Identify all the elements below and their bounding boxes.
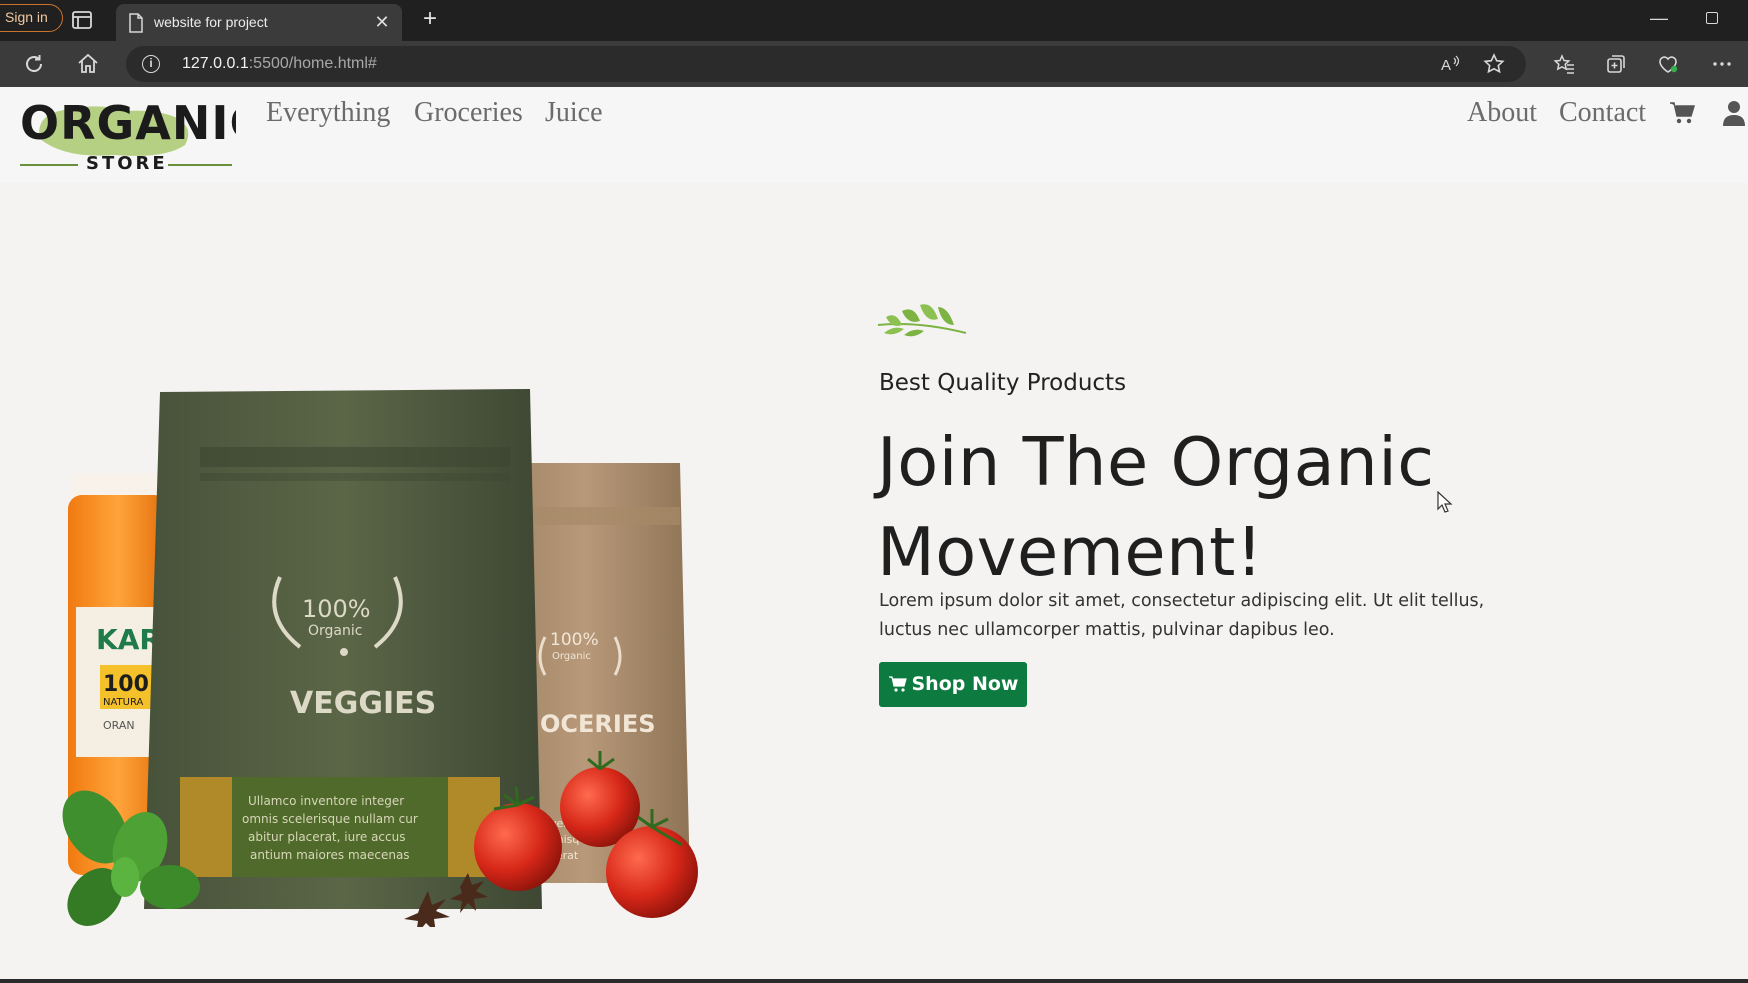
- home-icon[interactable]: [76, 52, 100, 76]
- browser-essentials-icon[interactable]: [1656, 52, 1680, 76]
- url-path: :5500/home.html#: [248, 55, 377, 72]
- bag1-label: VEGGIES: [290, 686, 436, 721]
- bag2-badge-word: Organic: [552, 651, 591, 662]
- hero-headline: Join The Organic Movement!: [877, 417, 1597, 597]
- bag1-text-4: antium maiores maecenas: [250, 848, 410, 862]
- logo-sub-text: STORE: [86, 153, 168, 173]
- cart-icon: [888, 676, 907, 692]
- bag2-badge-pct: 100%: [550, 630, 599, 650]
- nav-link-groceries[interactable]: Groceries: [414, 97, 523, 129]
- user-account-icon[interactable]: [1722, 99, 1746, 127]
- bag1-text-3: abitur placerat, iure accus: [248, 830, 405, 844]
- jar-word: NATURA: [103, 697, 144, 708]
- bag1-text-2: omnis scelerisque nullam cur: [242, 812, 418, 826]
- svg-text:A: A: [1441, 57, 1451, 74]
- hero-description: Lorem ipsum dolor sit amet, consectetur …: [879, 591, 1485, 640]
- logo-main-text: ORGANIC: [20, 96, 236, 150]
- hero-product-image: KAR 100 NATURA ORAN 100% Organic OCERIES…: [62, 389, 698, 927]
- close-tab-icon[interactable]: ✕: [372, 12, 392, 32]
- url-host: 127.0.0.1: [182, 55, 249, 72]
- bag2-label: OCERIES: [540, 710, 656, 738]
- site-navbar: ORGANIC STORE Everything Groceries Juice…: [0, 87, 1748, 183]
- more-options-icon[interactable]: [1710, 52, 1734, 76]
- window-bottom-edge: [0, 979, 1748, 983]
- mouse-cursor-icon: [1437, 491, 1453, 513]
- hero-headline-line2: Movement!: [877, 513, 1264, 591]
- sign-in-button[interactable]: Sign in: [0, 4, 63, 32]
- bag1-text-1: Ullamco inventore integer: [248, 794, 404, 808]
- collections-icon[interactable]: [1604, 52, 1628, 76]
- bag1-badge-pct: 100%: [302, 595, 371, 623]
- address-bar[interactable]: i 127.0.0.1:5500/home.html# A: [126, 46, 1526, 82]
- restore-icon[interactable]: [1706, 12, 1718, 24]
- leaf-sprig-icon: [877, 304, 967, 337]
- shop-now-button[interactable]: Shop Now: [879, 662, 1027, 707]
- hero-headline-line1: Join The Organic: [877, 423, 1435, 501]
- new-tab-button[interactable]: +: [418, 7, 442, 31]
- browser-toolbar: i 127.0.0.1:5500/home.html# A: [0, 41, 1748, 87]
- read-aloud-icon[interactable]: A: [1438, 52, 1462, 76]
- page-icon: [129, 13, 143, 33]
- nav-link-everything[interactable]: Everything: [266, 97, 390, 129]
- jar-flavor: ORAN: [103, 719, 135, 732]
- hero-eyebrow: Best Quality Products: [879, 370, 1127, 396]
- bag1-badge-word: Organic: [308, 623, 362, 639]
- tab-actions-icon[interactable]: [70, 10, 94, 30]
- nav-link-contact[interactable]: Contact: [1559, 97, 1646, 129]
- tab-title: website for project: [154, 14, 268, 30]
- refresh-icon[interactable]: [22, 52, 46, 76]
- browser-tab-bar: Sign in website for project ✕ + —: [0, 0, 1748, 41]
- jar-percent: 100: [103, 672, 149, 697]
- jar-brand: KAR: [96, 623, 161, 656]
- cart-icon[interactable]: [1668, 99, 1696, 127]
- site-info-icon[interactable]: i: [142, 55, 160, 73]
- favorite-star-icon[interactable]: [1482, 52, 1506, 76]
- nav-link-about[interactable]: About: [1467, 97, 1537, 129]
- favorites-icon[interactable]: [1552, 52, 1576, 76]
- minimize-icon[interactable]: —: [1650, 8, 1668, 29]
- shop-now-label: Shop Now: [911, 673, 1019, 695]
- url-text: 127.0.0.1:5500/home.html#: [182, 55, 377, 73]
- nav-link-juice[interactable]: Juice: [545, 97, 603, 129]
- tab-active[interactable]: website for project ✕: [116, 4, 402, 41]
- organic-store-logo[interactable]: ORGANIC STORE: [10, 89, 236, 173]
- web-page: ORGANIC STORE Everything Groceries Juice…: [0, 87, 1748, 979]
